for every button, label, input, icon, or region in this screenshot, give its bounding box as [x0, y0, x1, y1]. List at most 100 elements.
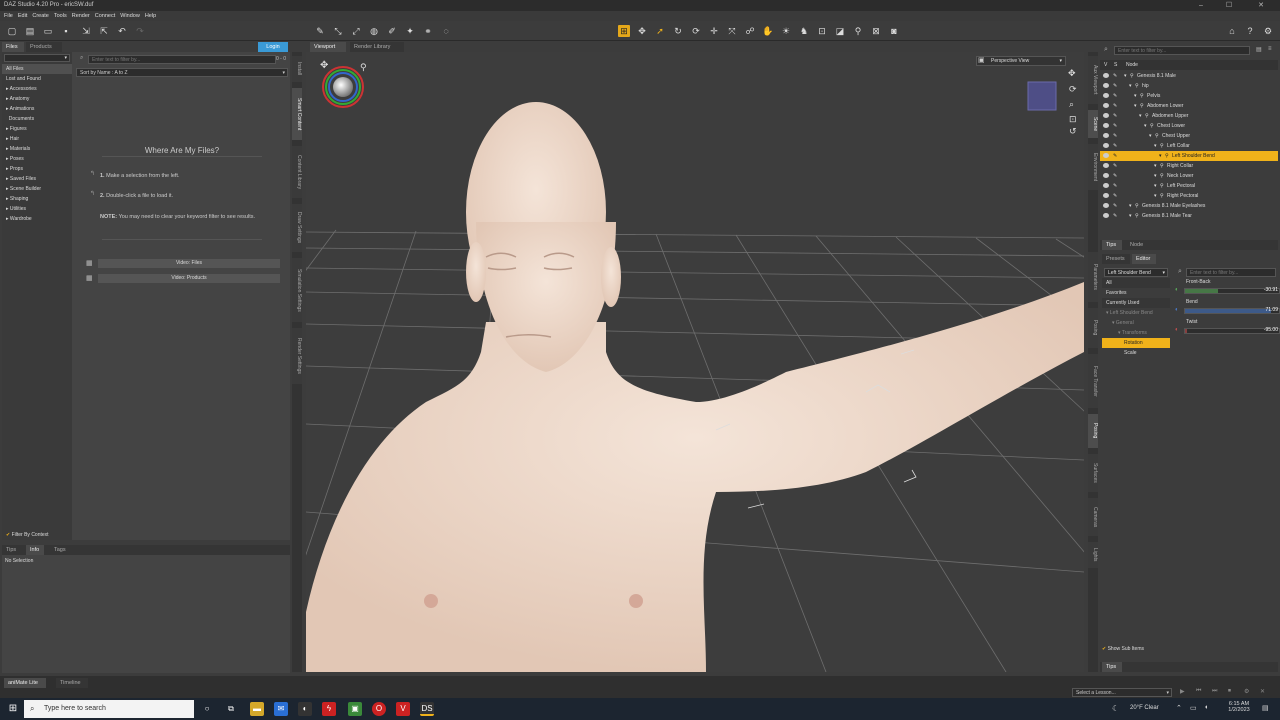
vtab-simulation-settings[interactable]: Simulation Settings [292, 258, 302, 322]
scene-node-row[interactable]: ✎ ▾ ⚲ Left Pectoral [1100, 181, 1278, 191]
save-icon[interactable]: ▪ [60, 25, 72, 37]
param-tree-item[interactable]: ▾ General [1102, 318, 1170, 328]
tab-node[interactable]: Node [1126, 240, 1148, 250]
category-item[interactable]: ▸ Wardrobe [2, 214, 72, 224]
tab-files[interactable]: Files [2, 42, 24, 52]
tab-info[interactable]: Info [26, 545, 44, 555]
tab-tips[interactable]: Tips [1102, 240, 1122, 250]
vtab-scene[interactable]: Scene [1088, 110, 1098, 138]
param-value[interactable]: -30.91 [1252, 287, 1278, 293]
param-value[interactable]: 71.09 [1252, 307, 1278, 313]
tab-presets[interactable]: Presets [1102, 254, 1130, 264]
lesson-control-icon[interactable]: ⏮ [1196, 688, 1201, 695]
tab-viewport[interactable]: Viewport [310, 42, 346, 52]
vtab-face-transfer[interactable]: Face Transfer [1088, 354, 1098, 408]
tray-chevron-icon[interactable]: ⌃ [1176, 704, 1182, 712]
tool-universal-icon[interactable]: ✥ [636, 25, 648, 37]
category-item[interactable]: All Files [2, 64, 72, 74]
export-icon[interactable]: ⇱ [98, 25, 110, 37]
visibility-eye-icon[interactable] [1103, 203, 1109, 208]
new-scene-icon[interactable]: ▤ [24, 25, 36, 37]
scene-node-row[interactable]: ✎ ▾ ⚲ Chest Upper [1100, 131, 1278, 141]
menu-edit[interactable]: Edit [18, 11, 27, 21]
tool-surface-icon[interactable]: ◍ [368, 25, 380, 37]
video-files-button[interactable]: Video: Files [98, 259, 280, 268]
selectable-icon[interactable]: ✎ [1113, 81, 1117, 91]
cortana-icon[interactable]: ○ [200, 702, 214, 716]
expand-arrow-icon[interactable]: ▾ [1154, 171, 1157, 181]
tool-transfer-icon[interactable]: ⤢ [350, 25, 362, 37]
viewport-3d[interactable]: ✥ ⚲ ✥ ⟳ ⌕ ⊡ ↺ Perspective View ▾ ▣ [306, 52, 1084, 672]
expand-arrow-icon[interactable]: ▾ [1129, 211, 1132, 221]
tool-figure-icon[interactable]: ♞ [798, 25, 810, 37]
expand-arrow-icon[interactable]: ▾ [1124, 71, 1127, 81]
tab-products[interactable]: Products [26, 42, 62, 52]
menu-create[interactable]: Create [32, 11, 49, 21]
visibility-eye-icon[interactable] [1103, 73, 1109, 78]
selectable-icon[interactable]: ✎ [1113, 131, 1117, 141]
visibility-eye-icon[interactable] [1103, 93, 1109, 98]
category-item[interactable]: ▸ Saved Files [2, 174, 72, 184]
volume-icon[interactable]: ◖ [1204, 704, 1208, 711]
menu-tools[interactable]: Tools [54, 11, 67, 21]
category-item[interactable]: Documents [2, 114, 72, 124]
expand-arrow-icon[interactable]: ▾ [1134, 91, 1137, 101]
vtab-parameters[interactable]: Parameters [1088, 252, 1098, 302]
category-item[interactable]: ▸ Utilities [2, 204, 72, 214]
menu-render[interactable]: Render [72, 11, 90, 21]
scene-filter-input[interactable]: Enter text to filter by... [1114, 46, 1250, 55]
tool-camera-icon[interactable]: ⊡ [816, 25, 828, 37]
param-tree-item[interactable]: ▾ Left Shoulder Bend [1102, 308, 1170, 318]
help-icon[interactable]: ? [1244, 25, 1256, 37]
login-button[interactable]: Login [258, 42, 288, 52]
tool-shape-icon[interactable]: ⚭ [422, 25, 434, 37]
file-explorer-icon[interactable]: ▬ [250, 702, 264, 716]
tool-joint-editor-icon[interactable]: ✎ [314, 25, 326, 37]
vtab-aux-viewport[interactable]: Aux Viewport [1088, 56, 1098, 104]
param-tree-item[interactable]: ▾ Transforms [1102, 328, 1170, 338]
expand-arrow-icon[interactable]: ▾ [1139, 111, 1142, 121]
tab-tags[interactable]: Tags [50, 545, 70, 555]
selectable-icon[interactable]: ✎ [1113, 151, 1117, 161]
category-item[interactable]: ▸ Figures [2, 124, 72, 134]
menu-help[interactable]: Help [145, 11, 156, 21]
category-dropdown[interactable]: ▾ [4, 54, 70, 62]
filter-input[interactable]: Enter text to filter by... [88, 55, 276, 64]
active-tool-icon[interactable]: ✥ [320, 60, 328, 71]
tool-active-pose-icon[interactable]: ☍ [744, 25, 756, 37]
selectable-icon[interactable]: ✎ [1113, 191, 1117, 201]
scene-node-row[interactable]: ✎ ▾ ⚲ Pelvis [1100, 91, 1278, 101]
tool-posing-icon[interactable]: ✋ [762, 25, 774, 37]
vtab-cameras[interactable]: Cameras [1088, 498, 1098, 536]
visibility-eye-icon[interactable] [1103, 173, 1109, 178]
app-icon[interactable]: ϟ [322, 702, 336, 716]
tool-geometry-editor-icon[interactable]: ⤡ [332, 25, 344, 37]
visibility-eye-icon[interactable] [1103, 183, 1109, 188]
vtab-posing[interactable]: Posing [1088, 308, 1098, 348]
vtab-environment[interactable]: Environment [1088, 144, 1098, 190]
maximize-icon[interactable]: ☐ [1218, 0, 1240, 11]
param-value[interactable]: -95.00 [1252, 327, 1278, 333]
tool-region-icon[interactable]: ⊠ [870, 25, 882, 37]
tool-rotate-icon[interactable]: ↻ [672, 25, 684, 37]
expand-arrow-icon[interactable]: ▾ [1154, 141, 1157, 151]
new-file-icon[interactable]: ▢ [6, 25, 18, 37]
category-item[interactable]: ▸ Props [2, 164, 72, 174]
zoom-icon[interactable]: ⌕ [1069, 100, 1074, 110]
lesson-control-icon[interactable]: ⏭ [1212, 688, 1217, 695]
app-icon[interactable]: ▣ [348, 702, 362, 716]
settings-icon[interactable]: ⚙ [1262, 25, 1274, 37]
tool-paint-icon[interactable]: ✐ [386, 25, 398, 37]
vtab-draw-settings[interactable]: Draw Settings [292, 204, 302, 252]
scene-node-row[interactable]: ✎ ▾ ⚲ Genesis 8.1 Male [1100, 71, 1278, 81]
filter-context-checkbox[interactable]: ✔ Filter By Context [2, 530, 49, 540]
tool-pin-icon[interactable]: ⚲ [852, 25, 864, 37]
tool-sculpt-icon[interactable]: ✦ [404, 25, 416, 37]
selectable-icon[interactable]: ✎ [1113, 91, 1117, 101]
selectable-icon[interactable]: ✎ [1113, 101, 1117, 111]
expand-arrow-icon[interactable]: ▾ [1154, 181, 1157, 191]
reset-view-icon[interactable]: ↺ [1069, 127, 1077, 137]
notifications-icon[interactable]: ▤ [1262, 704, 1269, 712]
param-filter-input[interactable]: Enter text to filter by... [1186, 268, 1276, 277]
visibility-eye-icon[interactable] [1103, 103, 1109, 108]
